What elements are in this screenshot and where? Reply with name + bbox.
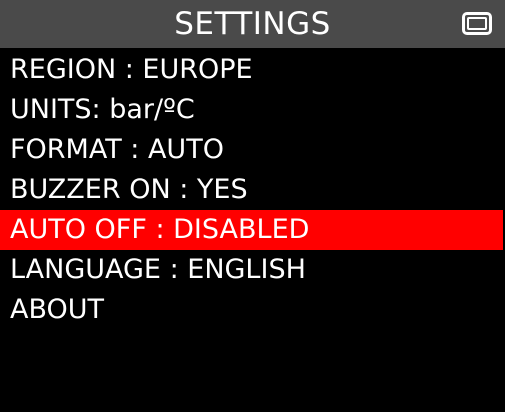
menu-item-about[interactable]: ABOUT [0, 290, 503, 330]
page-title: SETTINGS [174, 6, 331, 42]
battery-icon [462, 12, 492, 35]
menu-item-auto-off[interactable]: AUTO OFF : DISABLED [0, 210, 503, 250]
menu-item-language[interactable]: LANGUAGE : ENGLISH [0, 250, 503, 290]
settings-menu: REGION : EUROPE UNITS: bar/ºC FORMAT : A… [0, 50, 505, 330]
menu-item-buzzer[interactable]: BUZZER ON : YES [0, 170, 503, 210]
menu-item-units[interactable]: UNITS: bar/ºC [0, 90, 503, 130]
header-bar: SETTINGS [0, 0, 505, 48]
menu-item-format[interactable]: FORMAT : AUTO [0, 130, 503, 170]
menu-item-region[interactable]: REGION : EUROPE [0, 50, 503, 90]
settings-screen: SETTINGS REGION : EUROPE UNITS: bar/ºC F… [0, 0, 505, 412]
